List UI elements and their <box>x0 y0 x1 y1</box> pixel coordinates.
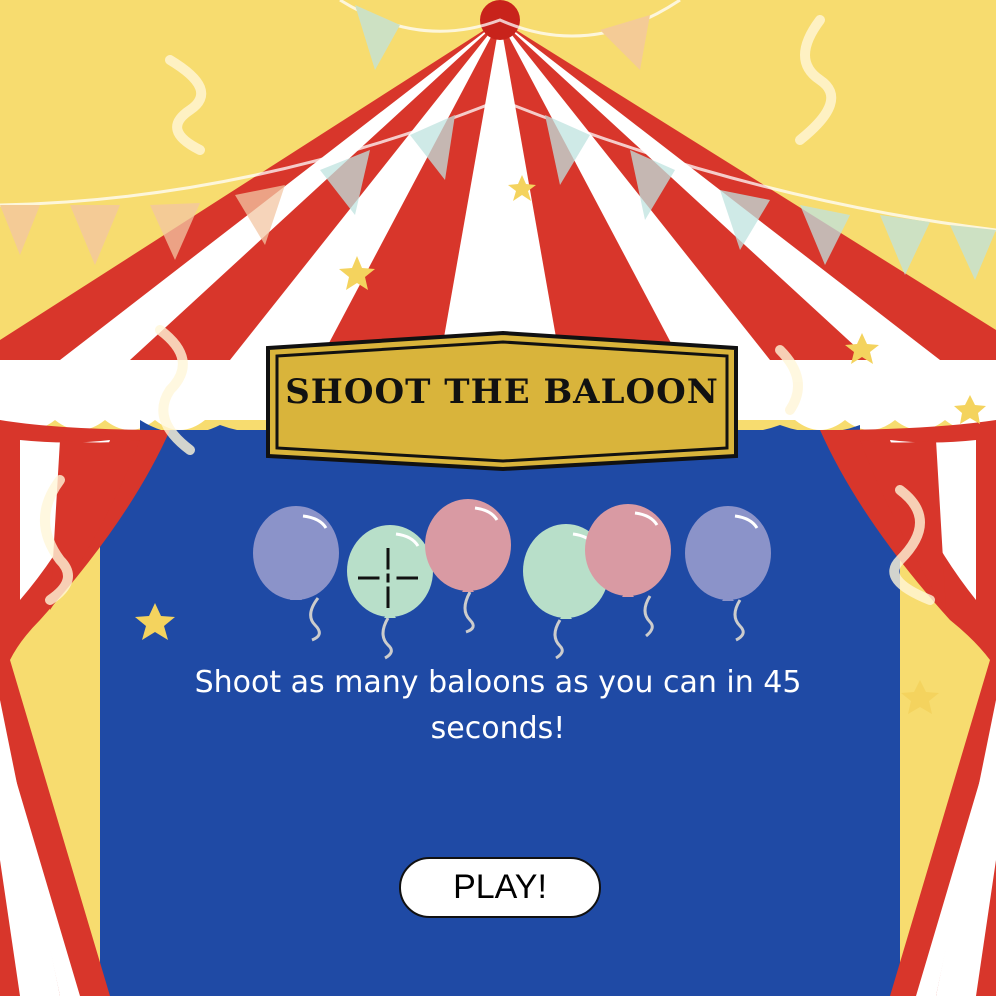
play-button[interactable]: PLAY! <box>399 857 601 918</box>
game-title: SHOOT THE BALOON <box>285 372 719 412</box>
circus-scene <box>0 0 996 996</box>
instructions-text: Shoot as many baloons as you can in 45 s… <box>194 665 802 746</box>
